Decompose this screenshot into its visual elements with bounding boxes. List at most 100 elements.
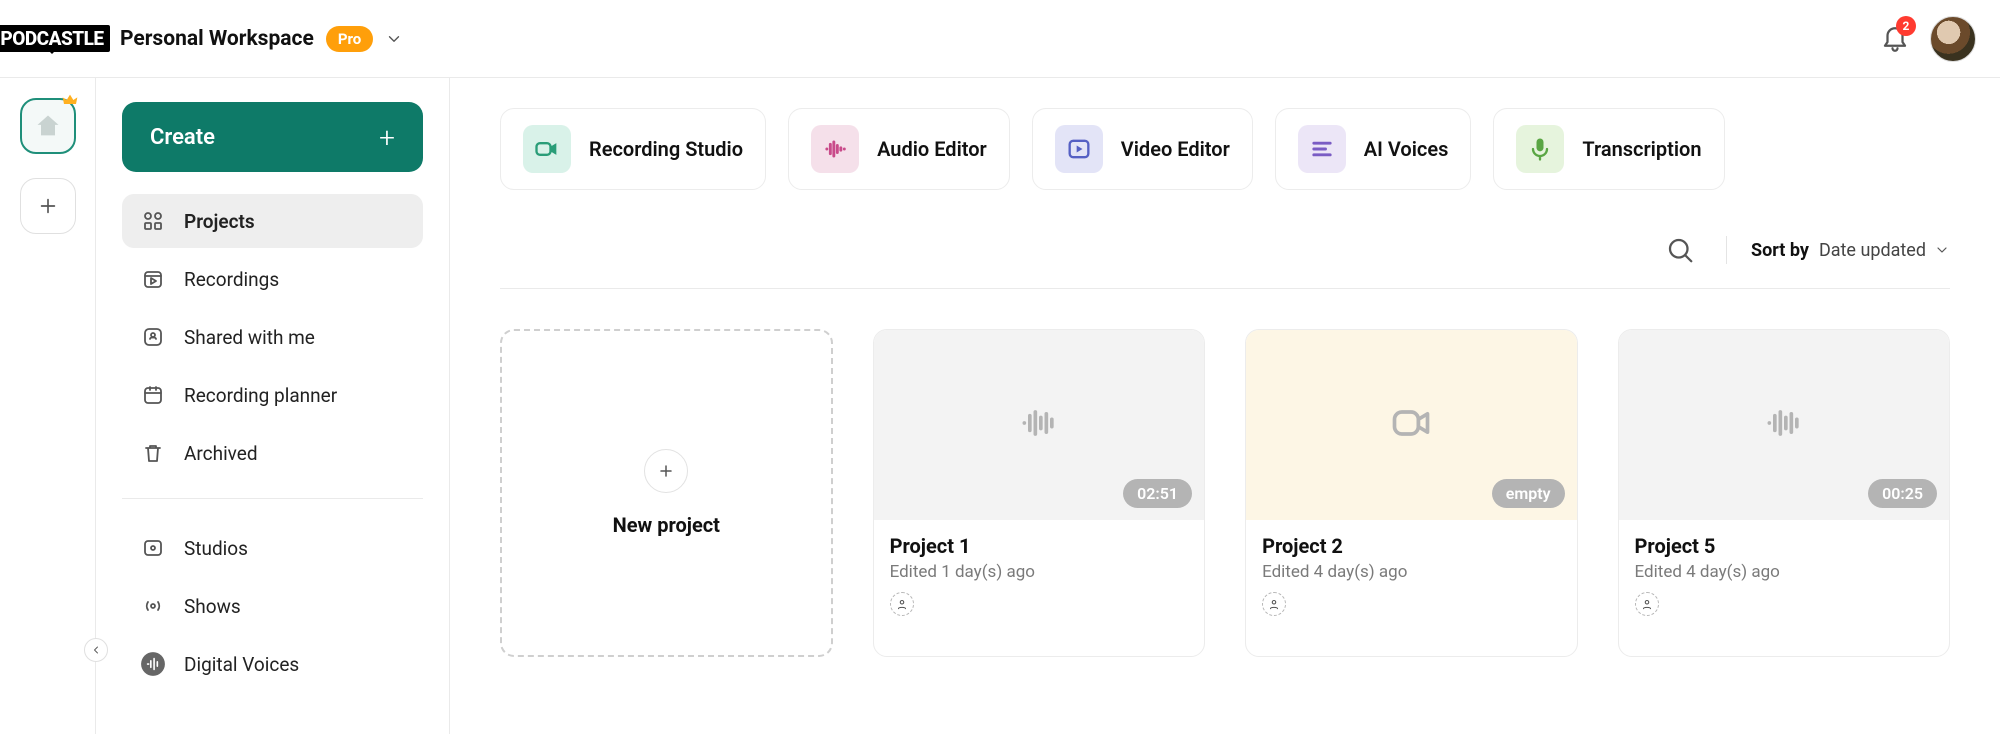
sidebar-item-digital-voices[interactable]: Digital Voices [122, 637, 423, 691]
grid-icon [140, 208, 166, 234]
plus-circle-icon [644, 449, 688, 493]
mic-text-icon [1516, 125, 1564, 173]
left-rail [0, 78, 96, 734]
sort-label: Sort by [1751, 240, 1809, 261]
plus-icon: + [379, 121, 395, 154]
shared-icon [140, 324, 166, 350]
home-icon [34, 112, 62, 140]
new-project-label: New project [613, 513, 720, 537]
waveform-icon [1754, 401, 1814, 449]
trash-icon [140, 440, 166, 466]
share-button[interactable] [890, 592, 914, 616]
duration-badge: empty [1492, 479, 1565, 508]
create-button[interactable]: Create + [122, 102, 423, 172]
studio-icon [140, 535, 166, 561]
sidebar-item-planner[interactable]: Recording planner [122, 368, 423, 422]
search-button[interactable] [1662, 232, 1698, 268]
collapse-sidebar-button[interactable] [84, 638, 108, 662]
logo[interactable]: PODCASTLE [0, 25, 110, 52]
tool-label: Recording Studio [589, 137, 743, 161]
tool-label: Video Editor [1121, 137, 1230, 161]
sidebar-item-label: Shows [184, 595, 241, 618]
home-workspace-button[interactable] [20, 98, 76, 154]
sidebar-item-label: Studios [184, 537, 248, 560]
waveform-icon [811, 125, 859, 173]
video-camera-icon [1382, 401, 1440, 449]
sidebar-item-studios[interactable]: Studios [122, 521, 423, 575]
plus-icon [37, 195, 59, 217]
waveform-icon [1009, 401, 1069, 449]
project-title: Project 2 [1262, 534, 1560, 558]
recordings-icon [140, 266, 166, 292]
project-subtitle: Edited 1 day(s) ago [890, 562, 1188, 582]
search-icon [1665, 235, 1695, 265]
project-title: Project 5 [1635, 534, 1933, 558]
new-project-card[interactable]: New project [500, 329, 833, 657]
sidebar-item-shows[interactable]: Shows [122, 579, 423, 633]
avatar[interactable] [1930, 16, 1976, 62]
tool-label: Transcription [1582, 137, 1701, 161]
sidebar-nav-primary: Projects Recordings Shared with me Recor… [122, 194, 423, 480]
duration-badge: 00:25 [1868, 479, 1937, 508]
add-workspace-button[interactable] [20, 178, 76, 234]
broadcast-icon [140, 593, 166, 619]
topbar: PODCASTLE Personal Workspace Pro 2 [0, 0, 2000, 78]
divider [1726, 236, 1727, 264]
project-title: Project 1 [890, 534, 1188, 558]
sidebar: Create + Projects Recordings Shared with… [96, 78, 450, 734]
calendar-icon [140, 382, 166, 408]
chevron-left-icon [90, 644, 102, 656]
logo-wrap: PODCASTLE [8, 25, 96, 52]
list-toolbar: Sort by Date updated [500, 232, 1950, 289]
notification-count: 2 [1896, 16, 1916, 36]
project-card[interactable]: empty Project 2 Edited 4 day(s) ago [1245, 329, 1577, 657]
video-camera-icon [523, 125, 571, 173]
sidebar-item-projects[interactable]: Projects [122, 194, 423, 248]
digital-voices-icon [140, 651, 166, 677]
sidebar-item-label: Recording planner [184, 384, 337, 407]
tool-card-recording-studio[interactable]: Recording Studio [500, 108, 766, 190]
project-card[interactable]: 02:51 Project 1 Edited 1 day(s) ago [873, 329, 1205, 657]
main: Recording Studio Audio Editor Video Editor… [450, 78, 2000, 734]
sort-dropdown[interactable]: Date updated [1819, 240, 1950, 261]
chevron-down-icon [385, 30, 403, 48]
workspace-name: Personal Workspace [120, 27, 314, 51]
share-button[interactable] [1635, 592, 1659, 616]
project-subtitle: Edited 4 day(s) ago [1635, 562, 1933, 582]
tool-label: AI Voices [1364, 137, 1449, 161]
share-button[interactable] [1262, 592, 1286, 616]
sidebar-item-label: Archived [184, 442, 258, 465]
sidebar-item-label: Recordings [184, 268, 279, 291]
tool-card-ai-voices[interactable]: AI Voices [1275, 108, 1472, 190]
project-grid: New project 02:51 Project 1 Edited 1 day(s… [500, 329, 1950, 657]
sidebar-item-recordings[interactable]: Recordings [122, 252, 423, 306]
project-card[interactable]: 00:25 Project 5 Edited 4 day(s) ago [1618, 329, 1950, 657]
ai-text-icon [1298, 125, 1346, 173]
divider [122, 498, 423, 499]
tool-card-audio-editor[interactable]: Audio Editor [788, 108, 1010, 190]
project-subtitle: Edited 4 day(s) ago [1262, 562, 1560, 582]
notifications-button[interactable]: 2 [1880, 22, 1910, 56]
project-thumbnail: 02:51 [874, 330, 1204, 520]
project-card-body: Project 2 Edited 4 day(s) ago [1246, 520, 1576, 634]
project-thumbnail: empty [1246, 330, 1576, 520]
tool-label: Audio Editor [877, 137, 987, 161]
sidebar-item-label: Shared with me [184, 326, 315, 349]
sidebar-item-shared[interactable]: Shared with me [122, 310, 423, 364]
create-label: Create [150, 125, 215, 150]
tool-card-transcription[interactable]: Transcription [1493, 108, 1724, 190]
pro-badge: Pro [326, 26, 373, 52]
video-play-icon [1055, 125, 1103, 173]
sidebar-nav-secondary: Studios Shows Digital Voices [122, 521, 423, 691]
sort-value: Date updated [1819, 240, 1926, 261]
sidebar-item-archived[interactable]: Archived [122, 426, 423, 480]
duration-badge: 02:51 [1123, 479, 1192, 508]
workspace-switcher[interactable]: Personal Workspace Pro [120, 26, 403, 52]
crown-icon [60, 92, 80, 108]
sidebar-item-label: Projects [184, 210, 255, 233]
project-card-body: Project 1 Edited 1 day(s) ago [874, 520, 1204, 634]
sidebar-item-label: Digital Voices [184, 653, 299, 676]
tool-card-video-editor[interactable]: Video Editor [1032, 108, 1253, 190]
chevron-down-icon [1934, 242, 1950, 258]
tool-row: Recording Studio Audio Editor Video Editor… [500, 108, 1950, 190]
